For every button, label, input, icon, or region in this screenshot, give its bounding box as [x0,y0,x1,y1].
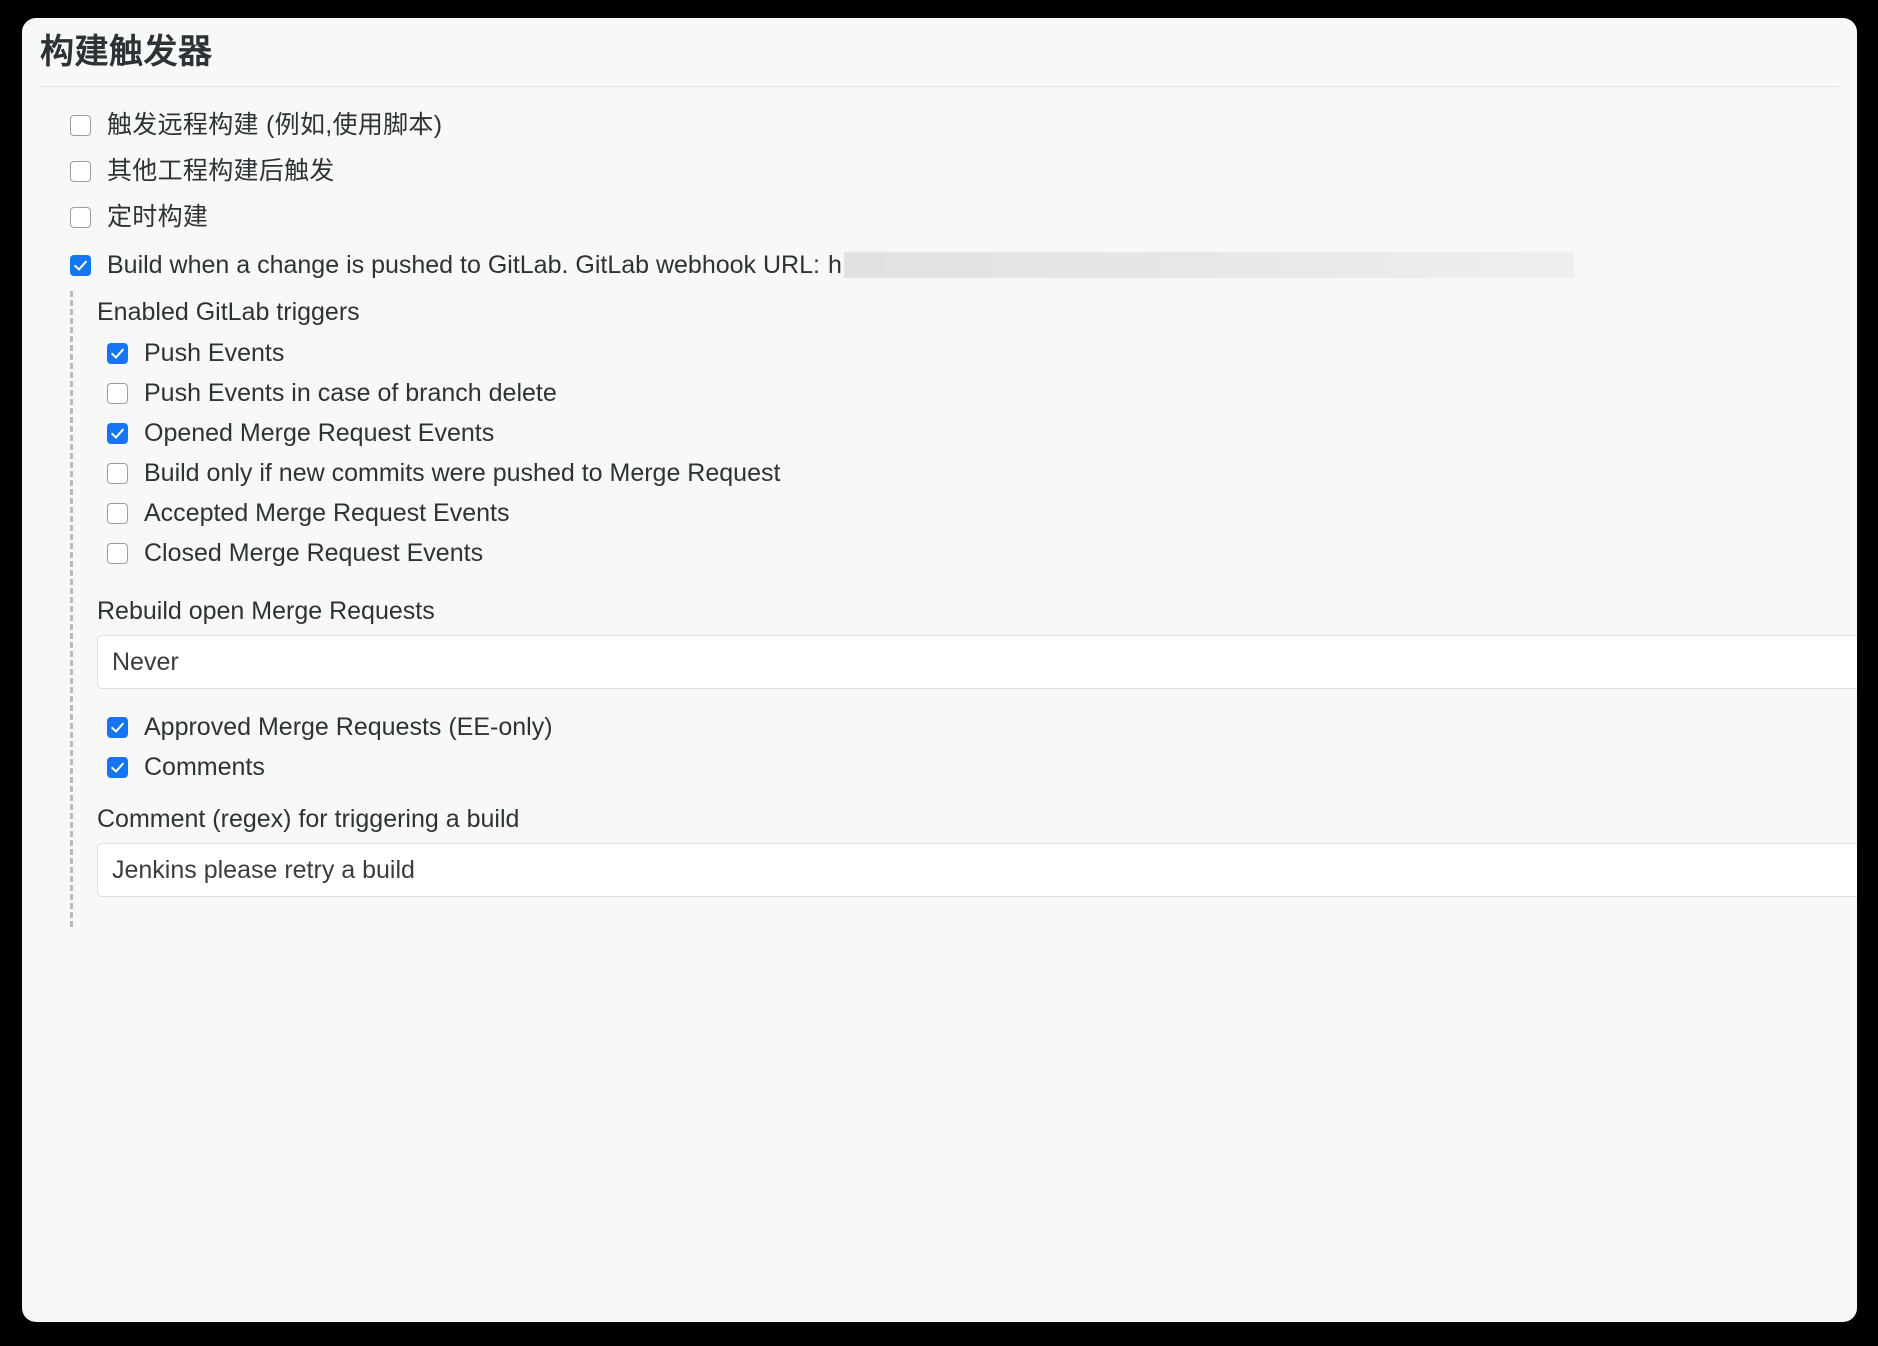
checkbox-closed-mr-events[interactable] [107,542,128,564]
trigger-label-remote: 触发远程构建 (例如,使用脚本) [107,111,443,139]
checkbox-upstream-build[interactable] [70,160,91,182]
checkbox-gitlab-push[interactable] [70,254,91,276]
checkbox-comments[interactable] [107,756,128,778]
comment-regex-input[interactable]: Jenkins please retry a build [97,843,1857,897]
checkbox-scheduled-build[interactable] [70,206,91,228]
card-header: 构建触发器 [22,18,1857,86]
option-row-closed-mr-events[interactable]: Closed Merge Request Events [22,533,1857,573]
trigger-label-schedule: 定时构建 [107,203,209,231]
option-row-accepted-mr-events[interactable]: Accepted Merge Request Events [22,493,1857,533]
option-row-build-only-new-commits[interactable]: Build only if new commits were pushed to… [22,453,1857,493]
webhook-url-redacted-bar [843,252,1574,278]
gitlab-trigger-options: Enabled GitLab triggers Push Events Push… [22,291,1857,927]
rebuild-open-mr-label: Rebuild open Merge Requests [97,596,435,625]
trigger-row-remote[interactable]: 触发远程构建 (例如,使用脚本) [22,107,1857,143]
rebuild-open-mr-select[interactable]: Never [97,635,1857,689]
card-body: 触发远程构建 (例如,使用脚本) 其他工程构建后触发 定时构建 Build wh… [22,87,1857,927]
option-label-accepted-mr-events: Accepted Merge Request Events [144,499,510,527]
checkbox-approved-mr[interactable] [107,716,128,738]
option-row-approved-mr[interactable]: Approved Merge Requests (EE-only) [22,707,1857,747]
rebuild-open-mr-field-wrap: Never [22,635,1857,689]
checkbox-build-only-new-commits[interactable] [107,462,128,484]
trigger-row-gitlab-push[interactable]: Build when a change is pushed to GitLab.… [22,247,1857,283]
trigger-row-upstream[interactable]: 其他工程构建后触发 [22,153,1857,189]
enabled-triggers-heading: Enabled GitLab triggers [97,297,360,326]
option-label-opened-mr-events: Opened Merge Request Events [144,419,495,447]
option-row-comments[interactable]: Comments [22,747,1857,787]
comment-regex-label: Comment (regex) for triggering a build [97,804,520,833]
option-label-push-events: Push Events [144,339,285,367]
trigger-row-schedule[interactable]: 定时构建 [22,199,1857,235]
option-row-push-events[interactable]: Push Events [22,333,1857,373]
option-label-build-only-new-commits: Build only if new commits were pushed to… [144,459,781,487]
checkbox-push-events[interactable] [107,342,128,364]
checkbox-remote-build[interactable] [70,114,91,136]
page-title: 构建触发器 [40,33,213,71]
webhook-url-prefix: h [827,251,842,279]
comment-regex-field-wrap: Jenkins please retry a build [22,843,1857,897]
checkbox-opened-mr-events[interactable] [107,422,128,444]
option-label-push-events-branch-delete: Push Events in case of branch delete [144,379,557,407]
option-row-opened-mr-events[interactable]: Opened Merge Request Events [22,413,1857,453]
trigger-label-gitlab-push: Build when a change is pushed to GitLab.… [107,251,820,279]
option-label-approved-mr: Approved Merge Requests (EE-only) [144,713,553,741]
trigger-label-upstream: 其他工程构建后触发 [107,157,335,185]
option-row-push-events-branch-delete[interactable]: Push Events in case of branch delete [22,373,1857,413]
checkbox-accepted-mr-events[interactable] [107,502,128,524]
checkbox-push-events-branch-delete[interactable] [107,382,128,404]
build-triggers-card: 构建触发器 触发远程构建 (例如,使用脚本) 其他工程构建后触发 定时构建 Bu… [22,18,1857,1322]
option-label-comments: Comments [144,753,265,781]
option-label-closed-mr-events: Closed Merge Request Events [144,539,484,567]
